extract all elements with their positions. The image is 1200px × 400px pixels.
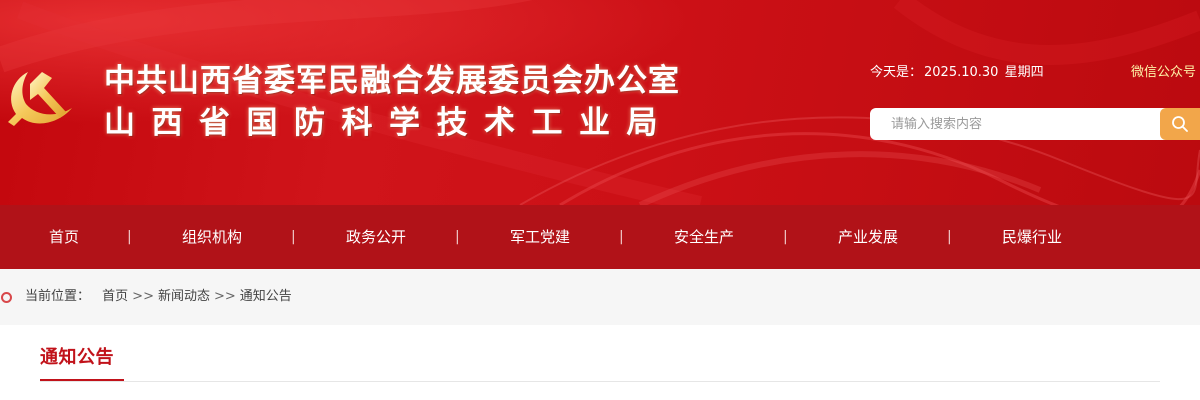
search-button[interactable] [1160,108,1200,140]
section-title: 通知公告 [40,347,114,368]
search-input[interactable] [870,108,1160,140]
date-label: 今天是： [870,65,923,80]
breadcrumb-bar: 当前位置： 首页 >> 新闻动态 >> 通知公告 [0,269,1200,325]
main-nav: 首页 | 组织机构 | 政务公开 | 军工党建 | 安全生产 | 产业发展 | … [0,205,1200,269]
site-title: 中共山西省委军民融合发展委员会办公室 山西省国防科学技术工业局 [104,60,680,144]
site-title-line1: 中共山西省委军民融合发展委员会办公室 [104,63,680,99]
nav-separator: | [783,229,788,245]
breadcrumb-separator: >> [132,289,154,304]
nav-item-organization[interactable]: 组织机构 [172,205,252,269]
nav-separator: | [947,229,952,245]
nav-item-civil-explosives[interactable]: 民爆行业 [992,205,1072,269]
nav-item-industry-development[interactable]: 产业发展 [828,205,908,269]
header-banner: 中共山西省委军民融合发展委员会办公室 山西省国防科学技术工业局 今天是： 2025… [0,0,1200,205]
nav-separator: | [127,229,132,245]
nav-item-safety-production[interactable]: 安全生产 [664,205,744,269]
breadcrumb-link-news[interactable]: 新闻动态 [158,289,210,304]
nav-item-home[interactable]: 首页 [36,205,92,269]
breadcrumb: 当前位置： 首页 >> 新闻动态 >> 通知公告 [25,269,292,325]
date-value: 2025.10.30 [924,65,999,80]
nav-separator: | [291,229,296,245]
wechat-link[interactable]: 微信公众号 [1131,61,1196,80]
current-date: 今天是： 2025.10.30 星期四 [870,61,1046,80]
nav-item-party-building[interactable]: 军工党建 [500,205,580,269]
breadcrumb-label: 当前位置： [25,289,91,304]
nav-separator: | [619,229,624,245]
search-box [870,108,1200,140]
party-emblem-icon [8,72,72,126]
section-divider [40,381,1160,382]
breadcrumb-link-notices[interactable]: 通知公告 [240,289,292,304]
breadcrumb-link-home[interactable]: 首页 [102,289,128,304]
nav-separator: | [455,229,460,245]
nav-item-government-affairs[interactable]: 政务公开 [336,205,416,269]
breadcrumb-separator: >> [213,289,236,304]
weekday-value: 星期四 [1004,65,1044,80]
site-title-line2: 山西省国防科学技术工业局 [104,105,674,141]
search-icon [1172,116,1188,132]
location-dot-icon [1,292,12,303]
